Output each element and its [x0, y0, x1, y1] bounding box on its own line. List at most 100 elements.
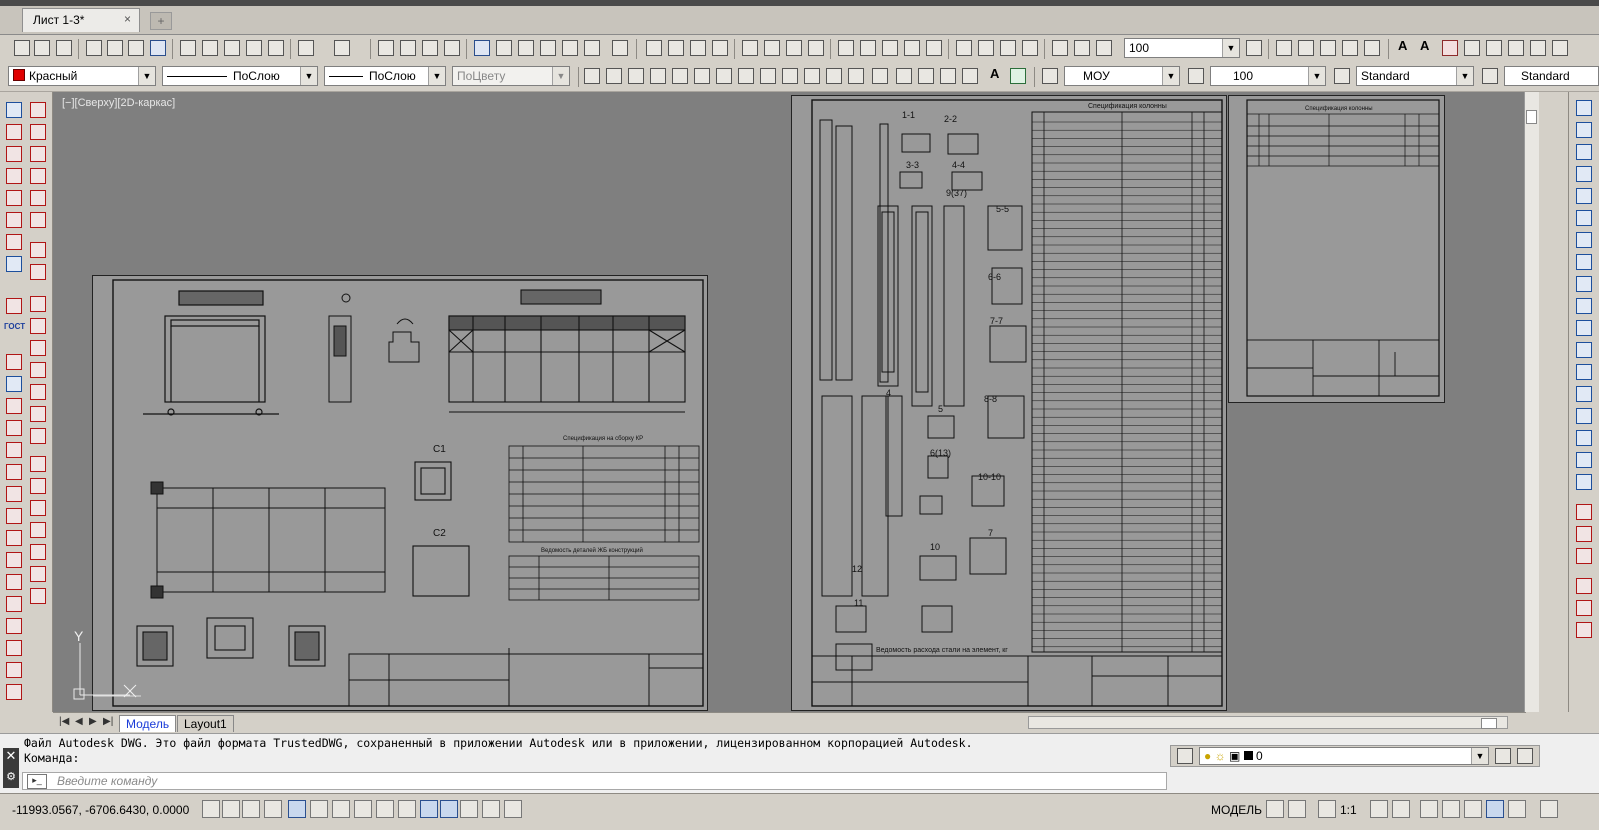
dim-edit-icon[interactable]	[1052, 40, 1068, 56]
snap-temp-track-icon[interactable]	[30, 500, 46, 516]
chevron-down-icon[interactable]: ▼	[300, 67, 317, 85]
annotation-scale-value[interactable]: 1:1	[1340, 803, 1357, 817]
revision-cloud-icon[interactable]	[738, 68, 754, 84]
chevron-down-icon[interactable]: ▼	[1222, 39, 1239, 57]
open-file-icon[interactable]	[34, 40, 50, 56]
chevron-down-icon[interactable]: ▼	[1456, 67, 1473, 85]
trim-icon[interactable]	[1576, 298, 1592, 314]
line-icon[interactable]	[584, 68, 600, 84]
region-icon[interactable]	[940, 68, 956, 84]
move-icon[interactable]	[1576, 210, 1592, 226]
command-input[interactable]: ▸_ Введите команду	[22, 772, 1167, 790]
lineweight-combo[interactable]: ПоСлою ▼	[324, 66, 446, 86]
design-center-icon[interactable]	[496, 40, 512, 56]
dim-style-manager-icon[interactable]	[1334, 68, 1350, 84]
object-snap-icon[interactable]	[310, 800, 328, 818]
hardware-acceleration-icon[interactable]	[1464, 800, 1482, 818]
lengthen-icon[interactable]	[6, 684, 22, 700]
rectangle-icon[interactable]	[672, 68, 688, 84]
publish-icon[interactable]	[128, 40, 144, 56]
baseline-dim-icon[interactable]	[860, 40, 876, 56]
edit-array-icon[interactable]	[1576, 578, 1592, 594]
3d-dwf-icon[interactable]	[150, 40, 166, 56]
jogged-dim-icon[interactable]	[764, 40, 780, 56]
find-icon[interactable]	[1464, 40, 1480, 56]
dim-style-icon[interactable]	[1246, 40, 1262, 56]
model-space-toggle[interactable]: МОДЕЛЬ	[1211, 803, 1262, 817]
single-line-text-icon[interactable]: A	[1420, 38, 1429, 53]
ellipse-arc-icon[interactable]	[804, 68, 820, 84]
explode-icon[interactable]	[1576, 474, 1592, 490]
extend-icon[interactable]	[6, 420, 22, 436]
edit-hatch-icon[interactable]	[1576, 548, 1592, 564]
viewport-controls[interactable]: [−][Сверху][2D-каркас]	[62, 97, 175, 109]
text-style-combo[interactable]: МОУ ▼	[1064, 66, 1180, 86]
join-icon[interactable]	[1576, 386, 1592, 402]
workspace-switch-icon[interactable]	[1420, 800, 1438, 818]
sheet-set-icon[interactable]	[540, 40, 556, 56]
text-style-icon[interactable]	[1508, 40, 1524, 56]
fillet-icon[interactable]	[1576, 430, 1592, 446]
toolbar-lock-icon[interactable]	[1442, 800, 1460, 818]
snap-ellipse-icon[interactable]	[30, 544, 46, 560]
help-icon[interactable]	[612, 40, 628, 56]
array-icon[interactable]	[1576, 188, 1592, 204]
snap-perpendicular-icon[interactable]	[30, 296, 46, 312]
prev-layout-button[interactable]: ◀	[75, 716, 83, 727]
circle-icon[interactable]	[6, 168, 22, 184]
edit-polyline-icon[interactable]	[1576, 504, 1592, 520]
rotate-icon[interactable]	[6, 640, 22, 656]
gradient-icon[interactable]	[918, 68, 934, 84]
extend-icon[interactable]	[1576, 320, 1592, 336]
join-icon[interactable]	[6, 464, 22, 480]
undo-icon[interactable]	[298, 40, 314, 56]
infer-constraints-icon[interactable]	[202, 800, 220, 818]
table-icon[interactable]	[6, 298, 22, 314]
print-icon[interactable]	[86, 40, 102, 56]
quick-dim-icon[interactable]	[838, 40, 854, 56]
dynamic-ucs-icon[interactable]	[376, 800, 394, 818]
mleader-icon[interactable]	[1298, 40, 1314, 56]
offset-icon[interactable]	[6, 596, 22, 612]
tab-layout1[interactable]: Layout1	[177, 715, 234, 732]
arc-length-icon[interactable]	[690, 40, 706, 56]
snap-mid-between-icon[interactable]	[30, 522, 46, 538]
mleader-align-icon[interactable]	[1342, 40, 1358, 56]
multiline-text-icon[interactable]: A	[990, 66, 999, 81]
snap-midpoint-icon[interactable]	[30, 124, 46, 140]
status-menu-icon[interactable]	[1540, 800, 1558, 818]
text-icon[interactable]	[6, 354, 22, 370]
wrench-icon[interactable]: ⚙	[3, 770, 19, 783]
stretch-icon[interactable]	[6, 376, 22, 392]
ellipse-icon[interactable]	[782, 68, 798, 84]
snap-parallel-icon[interactable]	[30, 318, 46, 334]
scale-icon[interactable]	[1576, 254, 1592, 270]
scale-icon[interactable]	[6, 662, 22, 678]
table-style-combo[interactable]: Standard	[1504, 66, 1599, 86]
object-snap-tracking-icon[interactable]	[354, 800, 372, 818]
inspection-icon[interactable]	[1000, 40, 1016, 56]
edit-attribute-icon[interactable]	[1576, 600, 1592, 616]
snap-settings-icon[interactable]	[30, 428, 46, 444]
pan-icon[interactable]	[378, 40, 394, 56]
erase-icon[interactable]	[6, 552, 22, 568]
3d-osnap-icon[interactable]	[332, 800, 350, 818]
linetype-combo[interactable]: ПоСлою ▼	[162, 66, 318, 86]
command-prompt-icon[interactable]: ▸_	[27, 774, 47, 789]
line-icon[interactable]	[6, 102, 22, 118]
polygon-icon[interactable]	[650, 68, 666, 84]
construction-line-icon[interactable]	[606, 68, 622, 84]
tab-model[interactable]: Модель	[119, 715, 177, 732]
snap-extension-icon[interactable]	[30, 190, 46, 206]
dim-space-icon[interactable]	[904, 40, 920, 56]
edit-spline-icon[interactable]	[1576, 526, 1592, 542]
mleader-add-icon[interactable]	[1320, 40, 1336, 56]
text-style-manager-icon[interactable]	[1042, 68, 1058, 84]
drawing-sheet-2[interactable]: 1-1 2-2 3-3 4-4 5-5 6-6 7-7 8-8 9(37) 10…	[791, 95, 1227, 711]
edit-text-icon[interactable]	[1442, 40, 1458, 56]
lineweight-toggle-icon[interactable]	[420, 800, 438, 818]
snap-intersection-icon[interactable]	[30, 146, 46, 162]
offset-icon[interactable]	[1576, 166, 1592, 182]
first-layout-button[interactable]: |◀	[59, 716, 69, 727]
paste-icon[interactable]	[224, 40, 240, 56]
